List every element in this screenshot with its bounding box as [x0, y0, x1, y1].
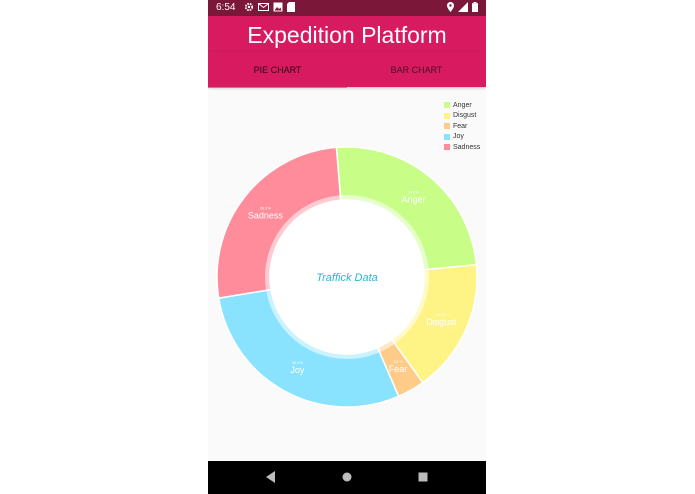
status-bar: 6:54	[208, 0, 486, 16]
phone-screen: 6:54 Expedition Platform PIE CHART BAR C…	[208, 0, 486, 494]
legend-label: Joy	[453, 133, 464, 141]
slice-label-joy: Joy	[290, 365, 305, 375]
legend-label: Fear	[453, 122, 468, 130]
home-icon[interactable]	[340, 470, 354, 484]
legend-label: Anger	[453, 101, 472, 109]
legend-item-fear: Fear	[444, 121, 480, 132]
status-icons-right	[447, 2, 478, 12]
legend-item-sadness: Sadness	[444, 142, 480, 153]
status-icons-left	[244, 2, 295, 12]
tab-bar: PIE CHART BAR CHART	[208, 52, 486, 87]
status-time: 6:54	[216, 2, 236, 13]
slice-label-fear: Fear	[389, 364, 408, 374]
legend-swatch	[444, 123, 450, 130]
tab-pie-chart[interactable]: PIE CHART	[208, 52, 347, 87]
battery-icon	[472, 2, 478, 12]
app-bar: Expedition Platform	[208, 16, 486, 52]
image-icon	[273, 2, 283, 12]
navigation-bar	[208, 461, 486, 494]
slice-label-anger: Anger	[401, 195, 425, 205]
back-icon[interactable]	[264, 470, 278, 484]
gear-icon	[244, 2, 254, 12]
legend-label: Sadness	[453, 143, 481, 151]
legend-item-joy: Joy	[444, 132, 480, 143]
recents-icon[interactable]	[416, 470, 430, 484]
app-title: Expedition Platform	[247, 22, 447, 48]
mail-icon	[258, 3, 269, 11]
chart-legend: Anger Disgust Fear Joy Sadness	[444, 100, 480, 153]
legend-item-anger: Anger	[444, 100, 480, 111]
legend-swatch	[444, 102, 450, 109]
location-icon	[447, 2, 454, 12]
legend-swatch	[444, 133, 450, 140]
legend-label: Disgust	[453, 112, 477, 120]
slice-label-disgust: Disgust	[426, 317, 457, 327]
sd-card-icon	[287, 2, 295, 12]
legend-swatch	[444, 144, 450, 151]
signal-icon	[458, 2, 468, 12]
tab-bar-chart[interactable]: BAR CHART	[347, 52, 486, 87]
legend-swatch	[444, 112, 450, 119]
slice-label-sadness: Sadness	[248, 210, 284, 220]
legend-item-disgust: Disgust	[444, 111, 480, 122]
chart-center-text: Traffick Data	[316, 272, 378, 284]
